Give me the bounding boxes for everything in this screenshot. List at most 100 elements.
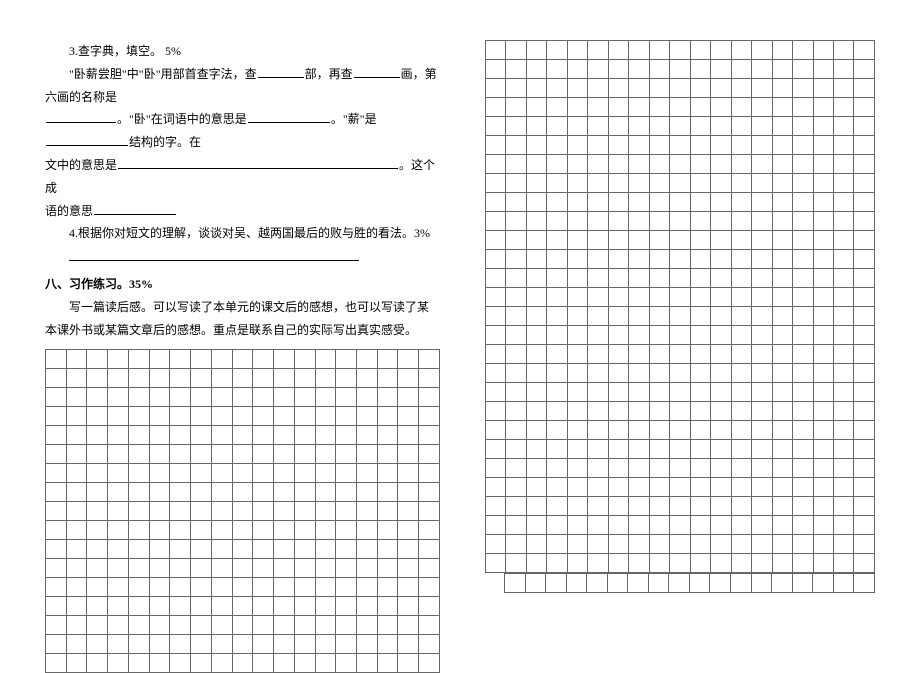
writing-cell[interactable]: [398, 369, 419, 388]
writing-cell[interactable]: [377, 388, 398, 407]
writing-cell[interactable]: [649, 364, 669, 383]
writing-cell[interactable]: [711, 421, 731, 440]
writing-cell[interactable]: [793, 421, 813, 440]
writing-cell[interactable]: [772, 364, 792, 383]
writing-cell[interactable]: [128, 616, 149, 635]
writing-cell[interactable]: [274, 578, 295, 597]
writing-cell[interactable]: [526, 98, 546, 117]
writing-cell[interactable]: [46, 464, 67, 483]
writing-cell[interactable]: [854, 269, 875, 288]
writing-cell[interactable]: [357, 426, 378, 445]
writing-cell[interactable]: [567, 440, 587, 459]
writing-cell[interactable]: [793, 326, 813, 345]
writing-cell[interactable]: [108, 559, 129, 578]
writing-cell[interactable]: [813, 117, 833, 136]
writing-cell[interactable]: [191, 540, 212, 559]
writing-cell[interactable]: [588, 307, 608, 326]
writing-cell[interactable]: [690, 136, 710, 155]
writing-cell[interactable]: [752, 155, 772, 174]
writing-cell[interactable]: [336, 426, 357, 445]
writing-cell[interactable]: [315, 654, 336, 673]
writing-cell[interactable]: [211, 445, 232, 464]
writing-cell[interactable]: [419, 635, 440, 654]
writing-cell[interactable]: [274, 426, 295, 445]
writing-cell[interactable]: [506, 535, 526, 554]
writing-cell[interactable]: [649, 193, 669, 212]
writing-cell[interactable]: [108, 350, 129, 369]
writing-cell[interactable]: [547, 554, 567, 573]
writing-cell[interactable]: [253, 369, 274, 388]
writing-cell[interactable]: [66, 483, 87, 502]
writing-cell[interactable]: [711, 231, 731, 250]
writing-cell[interactable]: [506, 136, 526, 155]
writing-cell[interactable]: [547, 326, 567, 345]
writing-cell[interactable]: [547, 155, 567, 174]
writing-cell[interactable]: [670, 79, 690, 98]
writing-cell[interactable]: [649, 212, 669, 231]
writing-cell[interactable]: [670, 307, 690, 326]
writing-cell[interactable]: [357, 483, 378, 502]
writing-cell[interactable]: [813, 79, 833, 98]
writing-cell[interactable]: [608, 117, 628, 136]
writing-cell[interactable]: [526, 554, 546, 573]
writing-cell[interactable]: [752, 193, 772, 212]
writing-cell[interactable]: [87, 578, 108, 597]
writing-cell[interactable]: [149, 616, 170, 635]
writing-cell[interactable]: [793, 402, 813, 421]
writing-cell[interactable]: [772, 117, 792, 136]
writing-cell[interactable]: [506, 364, 526, 383]
writing-cell[interactable]: [793, 364, 813, 383]
writing-cell[interactable]: [833, 535, 853, 554]
writing-cell[interactable]: [772, 41, 792, 60]
writing-cell[interactable]: [419, 597, 440, 616]
writing-cell[interactable]: [526, 288, 546, 307]
writing-cell[interactable]: [66, 578, 87, 597]
writing-cell[interactable]: [357, 350, 378, 369]
writing-cell[interactable]: [752, 326, 772, 345]
writing-cell[interactable]: [813, 459, 833, 478]
writing-cell[interactable]: [588, 193, 608, 212]
writing-cell[interactable]: [486, 459, 506, 478]
writing-cell[interactable]: [854, 98, 875, 117]
writing-cell[interactable]: [232, 597, 253, 616]
writing-cell[interactable]: [486, 269, 506, 288]
writing-cell[interactable]: [506, 117, 526, 136]
writing-cell[interactable]: [526, 383, 546, 402]
writing-cell[interactable]: [629, 250, 649, 269]
writing-cell[interactable]: [772, 383, 792, 402]
writing-cell[interactable]: [731, 440, 751, 459]
writing-cell[interactable]: [588, 554, 608, 573]
writing-cell[interactable]: [690, 421, 710, 440]
writing-cell[interactable]: [398, 502, 419, 521]
writing-cell[interactable]: [526, 497, 546, 516]
writing-cell[interactable]: [689, 574, 710, 593]
writing-cell[interactable]: [752, 174, 772, 193]
writing-cell[interactable]: [690, 535, 710, 554]
writing-cell[interactable]: [608, 79, 628, 98]
writing-cell[interactable]: [315, 597, 336, 616]
writing-cell[interactable]: [772, 326, 792, 345]
writing-cell[interactable]: [670, 231, 690, 250]
writing-cell[interactable]: [211, 616, 232, 635]
writing-cell[interactable]: [419, 502, 440, 521]
writing-cell[interactable]: [336, 597, 357, 616]
writing-grid-right-extra[interactable]: [504, 573, 875, 593]
writing-cell[interactable]: [567, 60, 587, 79]
writing-cell[interactable]: [690, 41, 710, 60]
writing-cell[interactable]: [793, 516, 813, 535]
writing-cell[interactable]: [649, 98, 669, 117]
writing-cell[interactable]: [547, 345, 567, 364]
writing-cell[interactable]: [731, 269, 751, 288]
writing-cell[interactable]: [191, 635, 212, 654]
writing-cell[interactable]: [670, 421, 690, 440]
writing-cell[interactable]: [46, 350, 67, 369]
writing-cell[interactable]: [336, 369, 357, 388]
writing-cell[interactable]: [149, 407, 170, 426]
writing-cell[interactable]: [294, 426, 315, 445]
writing-cell[interactable]: [649, 174, 669, 193]
writing-cell[interactable]: [336, 407, 357, 426]
writing-cell[interactable]: [567, 117, 587, 136]
writing-cell[interactable]: [711, 155, 731, 174]
writing-cell[interactable]: [149, 521, 170, 540]
writing-cell[interactable]: [128, 502, 149, 521]
